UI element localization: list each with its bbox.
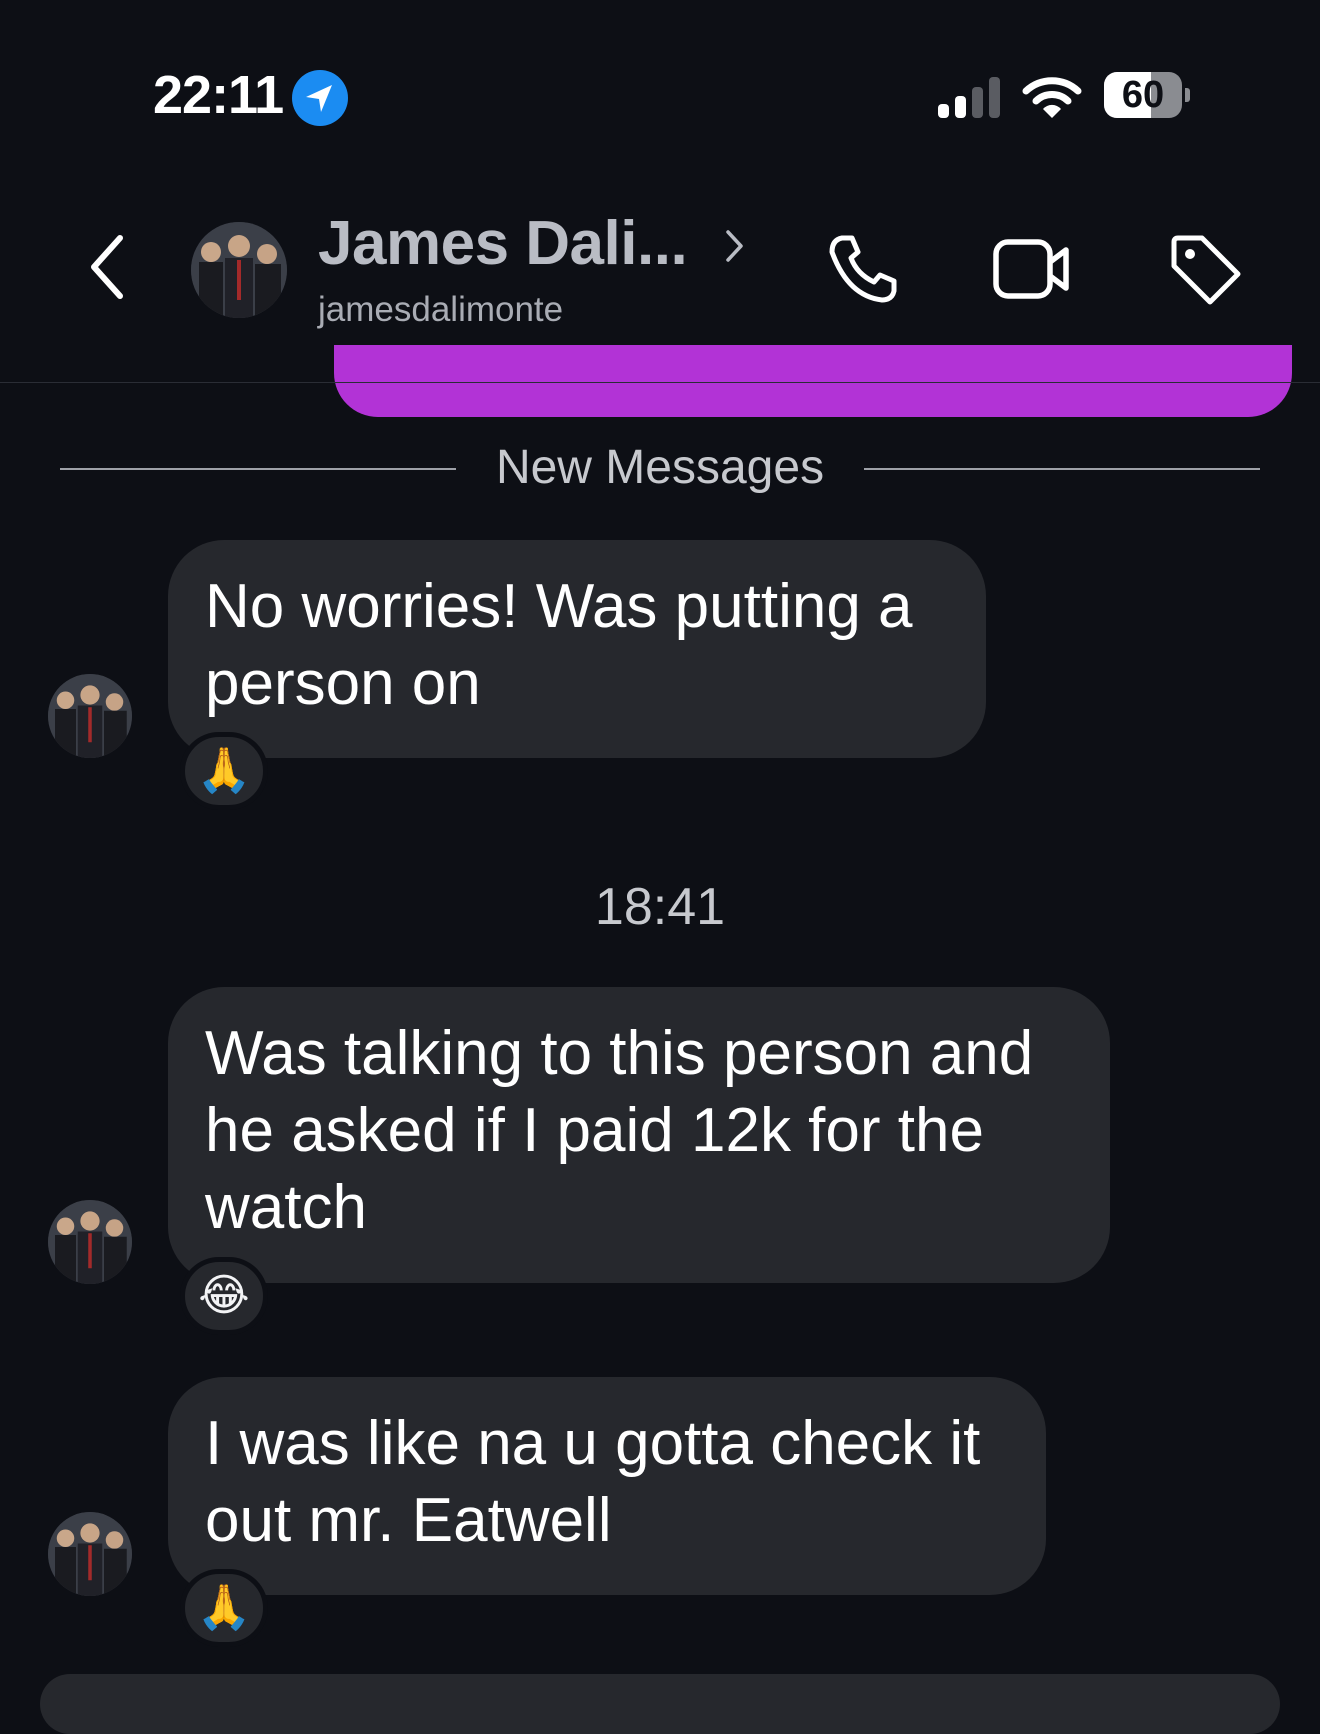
message-bubble[interactable]: No worries! Was putting a person on (168, 540, 986, 758)
chevron-left-icon (91, 235, 123, 299)
status-time: 22:11 (153, 65, 284, 125)
back-button[interactable] (84, 232, 132, 302)
reaction-badge[interactable]: 🙏 (180, 732, 268, 810)
sender-avatar[interactable] (48, 674, 132, 758)
cellular-signal-icon (936, 76, 1004, 118)
tag-icon (1171, 235, 1241, 305)
location-arrow-icon (292, 70, 348, 126)
new-messages-label: New Messages (495, 441, 825, 494)
chevron-right-icon[interactable] (724, 228, 746, 264)
call-button[interactable] (826, 232, 900, 306)
message-timestamp: 18:41 (594, 878, 726, 936)
sender-avatar[interactable] (48, 1512, 132, 1596)
video-call-button[interactable] (992, 236, 1072, 302)
new-messages-line-left (60, 468, 456, 470)
wifi-icon (1022, 74, 1082, 120)
message-bubble-partial[interactable] (40, 1674, 1280, 1734)
contact-name[interactable]: James Dali... (318, 208, 688, 279)
tag-button[interactable] (1168, 232, 1242, 306)
message-bubble[interactable]: I was like na u gotta check it out mr. E… (168, 1377, 1046, 1595)
reaction-badge[interactable]: 😂 (180, 1257, 268, 1335)
message-bubble[interactable]: Was talking to this person and he asked … (168, 987, 1110, 1283)
reaction-badge[interactable]: 🙏 (180, 1569, 268, 1647)
sender-avatar[interactable] (48, 1200, 132, 1284)
contact-avatar[interactable] (191, 222, 287, 318)
video-camera-icon (993, 239, 1069, 299)
new-messages-line-right (864, 468, 1260, 470)
header-divider (0, 382, 1320, 383)
phone-icon (829, 235, 897, 303)
contact-username: jamesdalimonte (318, 290, 564, 329)
battery-indicator: 60 (1104, 72, 1190, 120)
own-message-bubble[interactable] (334, 345, 1292, 417)
battery-percent: 60 (1121, 74, 1165, 116)
